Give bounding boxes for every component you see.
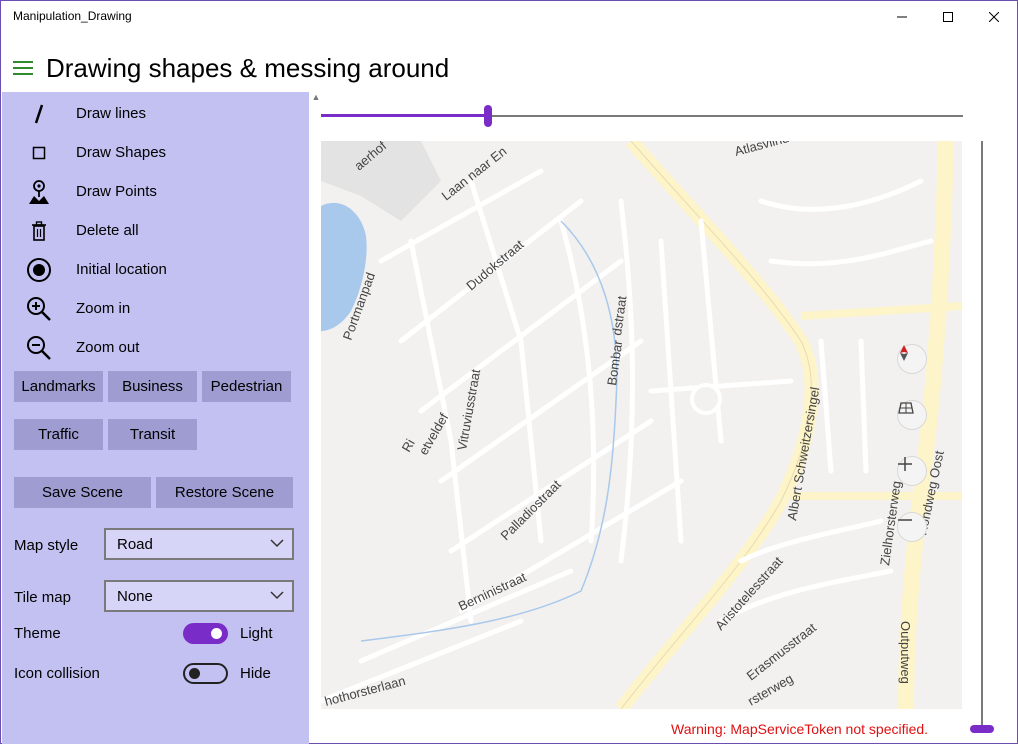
menu-item-draw-lines[interactable]: Draw lines (2, 94, 309, 133)
title-bar: Manipulation_Drawing (1, 1, 1017, 33)
toggle-knob (211, 628, 222, 639)
map-label: dstraat (609, 295, 629, 337)
restore-scene-button[interactable]: Restore Scene (156, 477, 293, 508)
theme-state: Light (240, 625, 273, 642)
minimize-button[interactable] (879, 1, 925, 33)
app-window: Manipulation_Drawing Drawing shapes & me… (0, 0, 1018, 744)
save-scene-button[interactable]: Save Scene (14, 477, 151, 508)
icon-collision-toggle[interactable] (183, 663, 228, 684)
compass-icon[interactable] (897, 344, 927, 374)
map-label: etveldef (416, 410, 452, 457)
theme-toggle[interactable] (183, 623, 228, 644)
menu-item-zoom-in[interactable]: Zoom in (2, 289, 309, 328)
map-style-label: Map style (14, 537, 79, 554)
page-header: Drawing shapes & messing around (1, 49, 1017, 91)
slider-thumb[interactable] (970, 725, 994, 733)
horizontal-slider[interactable] (321, 105, 963, 127)
sidebar-scroll-up-icon[interactable]: ▲ (311, 92, 321, 106)
hamburger-menu-icon[interactable] (13, 61, 35, 79)
menu-item-delete-all[interactable]: Delete all (2, 211, 309, 250)
slider-thumb[interactable] (484, 105, 492, 127)
window-title: Manipulation_Drawing (13, 9, 132, 23)
target-icon (24, 258, 54, 282)
tile-map-label: Tile map (14, 589, 71, 606)
business-button[interactable]: Business (108, 371, 197, 402)
warning-text: Warning: MapServiceToken not specified. (671, 721, 929, 737)
icon-collision-label: Icon collision (14, 665, 100, 682)
menu-label: Delete all (76, 222, 139, 239)
chevron-down-icon (270, 539, 284, 548)
menu-label: Draw Points (76, 183, 157, 200)
map-canvas: Laan naar En Atlasvlinder Dudokstraat ds… (321, 141, 962, 709)
map-label: Albert Schweitzersingel (784, 386, 822, 522)
chevron-down-icon (270, 591, 284, 600)
toggle-knob (189, 668, 200, 679)
tile-map-select[interactable]: None (104, 580, 294, 612)
tile-map-value: None (117, 588, 153, 605)
maximize-button[interactable] (925, 1, 971, 33)
menu-label: Zoom out (76, 339, 140, 356)
zoom-minus-icon[interactable] (897, 512, 927, 542)
map-label: Palladiostraat (498, 477, 565, 544)
map-label: Outputweg (898, 621, 913, 684)
vertical-slider[interactable] (970, 141, 994, 733)
map-style-value: Road (117, 536, 153, 553)
map-label: Ri (399, 436, 418, 454)
menu-label: Draw lines (76, 105, 147, 122)
transit-button[interactable]: Transit (108, 419, 197, 450)
map-label: hothorsterlaan (323, 673, 407, 709)
map-label: Bombar (604, 339, 625, 387)
zoom-plus-icon[interactable] (897, 456, 927, 486)
menu-item-zoom-out[interactable]: Zoom out (2, 328, 309, 367)
map-label: Atlasvlinder (733, 141, 802, 159)
close-button[interactable] (971, 1, 1017, 33)
icon-collision-state: Hide (240, 665, 271, 682)
pedestrian-button[interactable]: Pedestrian (202, 371, 291, 402)
map-style-select[interactable]: Road (104, 528, 294, 560)
tilt-icon[interactable] (897, 400, 927, 430)
sidebar: Draw lines Draw Shapes Draw Points Delet… (2, 92, 309, 744)
theme-label: Theme (14, 625, 61, 642)
menu-label: Zoom in (76, 300, 131, 317)
traffic-button[interactable]: Traffic (14, 419, 103, 450)
square-icon (24, 141, 54, 165)
slider-fill (321, 114, 488, 117)
trash-icon (24, 219, 54, 243)
slider-track (981, 141, 983, 729)
zoom-out-icon (24, 336, 54, 360)
page-title: Drawing shapes & messing around (46, 53, 450, 83)
landmarks-button[interactable]: Landmarks (14, 371, 103, 402)
map-pin-icon (24, 180, 54, 204)
zoom-in-icon (24, 297, 54, 321)
menu-label: Draw Shapes (76, 144, 167, 161)
slash-icon (24, 102, 54, 126)
maximize-icon (943, 12, 953, 22)
map-label: Dudokstraat (463, 237, 527, 294)
menu-item-draw-points[interactable]: Draw Points (2, 172, 309, 211)
map-view[interactable]: Laan naar En Atlasvlinder Dudokstraat ds… (321, 141, 962, 709)
menu-item-initial-location[interactable]: Initial location (2, 250, 309, 289)
menu-item-draw-shapes[interactable]: Draw Shapes (2, 133, 309, 172)
menu-label: Initial location (76, 261, 167, 278)
close-icon (989, 12, 999, 22)
minimize-icon (897, 16, 907, 18)
